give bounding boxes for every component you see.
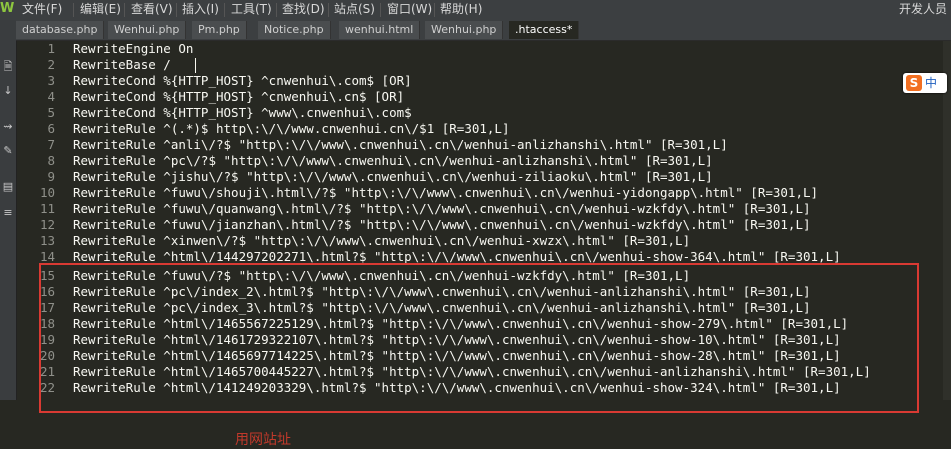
code-line[interactable]: 11 RewriteRule ^fuwu\/quanwang\.html\/?$ …	[17, 201, 951, 217]
code-tool-icon[interactable]: ⇝	[1, 120, 15, 134]
line-text[interactable]: RewriteRule ^fuwu\/jianzhan\.html\/?$ "h…	[73, 217, 811, 233]
ime-mode-label[interactable]: 中	[925, 74, 937, 92]
code-line[interactable]: 8 RewriteRule ^pc\/?$ "http\:\/\/www\.cnw…	[17, 153, 951, 169]
code-line[interactable]: 9 RewriteRule ^jishu\/?$ "http\:\/\/www\.…	[17, 169, 951, 185]
code-line[interactable]: 10 RewriteRule ^fuwu\/shouji\.html\/?$ "h…	[17, 185, 951, 201]
arrow-down-icon[interactable]: ↓	[1, 84, 15, 98]
menu-window[interactable]: 窗口(W)	[385, 0, 434, 20]
tool-panel: 🗎 ↓ ⇝ ✎ ▤ ≡	[0, 20, 17, 400]
menu-insert[interactable]: 插入(I)	[180, 0, 221, 20]
ime-toolbar[interactable]: S 中	[903, 73, 947, 93]
text-cursor	[195, 58, 196, 73]
line-number: 9	[47, 169, 55, 184]
menu-help[interactable]: 帮助(H)	[438, 0, 484, 20]
line-text[interactable]: RewriteRule ^jishu\/?$ "http\:\/\/www\.c…	[73, 169, 713, 185]
line-number: 7	[47, 137, 55, 152]
tab-wenhui-php[interactable]: Wenhui.php	[108, 21, 187, 39]
line-number: 5	[47, 105, 55, 120]
line-text[interactable]: RewriteRule ^fuwu\/shouji\.html\/?$ "htt…	[73, 185, 818, 201]
tab-pm-php[interactable]: Pm.php	[192, 21, 247, 39]
tab-notice-php[interactable]: Notice.php	[258, 21, 331, 39]
code-line[interactable]: 12 RewriteRule ^fuwu\/jianzhan\.html\/?$ …	[17, 217, 951, 233]
code-line[interactable]: 6 RewriteRule ^(.*)$ http\:\/\/www.cnwenh…	[17, 121, 951, 137]
menu-divider	[434, 3, 435, 17]
workspace-label[interactable]: 开发人员	[899, 0, 947, 20]
line-number: 1	[47, 41, 55, 56]
format-icon[interactable]: ▤	[1, 180, 15, 194]
highlight-annotation-box	[39, 263, 919, 413]
line-number: 2	[47, 57, 55, 72]
line-number: 8	[47, 153, 55, 168]
line-text[interactable]: RewriteRule ^fuwu\/quanwang\.html\/?$ "h…	[73, 201, 811, 217]
line-text[interactable]: RewriteBase /	[73, 57, 171, 73]
tab-wenhui-php-2[interactable]: Wenhui.php	[425, 21, 504, 39]
app-logo: W	[0, 1, 15, 16]
line-number: 11	[39, 201, 55, 216]
menu-divider	[124, 3, 125, 17]
menu-file[interactable]: 文件(F)	[20, 0, 64, 20]
line-number: 3	[47, 73, 55, 88]
line-text[interactable]: RewriteCond %{HTTP_HOST} ^www\.cnwenhui\…	[73, 105, 412, 121]
pencil-icon[interactable]: ✎	[1, 144, 15, 158]
line-text[interactable]: RewriteCond %{HTTP_HOST} ^cnwenhui\.com$…	[73, 73, 412, 89]
sogou-logo-icon: S	[906, 75, 922, 91]
line-text[interactable]: RewriteRule ^xinwen\/?$ "http\:\/\/www\.…	[73, 233, 690, 249]
line-number: 6	[47, 121, 55, 136]
menu-divider	[380, 3, 381, 17]
line-text[interactable]: RewriteRule ^anli\/?$ "http\:\/\/www\.cn…	[73, 137, 728, 153]
code-editor[interactable]: 1 RewriteEngine On 2 RewriteBase / 3 Rewrit…	[17, 41, 951, 448]
line-number: 12	[39, 217, 55, 232]
code-line[interactable]: 1 RewriteEngine On	[17, 41, 951, 57]
menu-divider	[73, 3, 74, 17]
menu-find[interactable]: 查找(D)	[280, 0, 327, 20]
tab-database-php[interactable]: database.php	[16, 21, 105, 39]
line-number: 4	[47, 89, 55, 104]
document-tabs: database.php Wenhui.php Pm.php Notice.ph…	[16, 20, 951, 41]
code-line[interactable]: 5 RewriteCond %{HTTP_HOST} ^www\.cnwenhui…	[17, 105, 951, 121]
annotation-note: 用网站址	[235, 432, 291, 448]
settings-icon[interactable]: ≡	[1, 206, 15, 220]
menu-site[interactable]: 站点(S)	[332, 0, 377, 20]
code-line[interactable]: 7 RewriteRule ^anli\/?$ "http\:\/\/www\.c…	[17, 137, 951, 153]
file-icon[interactable]: 🗎	[1, 60, 15, 74]
line-text[interactable]: RewriteRule ^pc\/?$ "http\:\/\/www\.cnwe…	[73, 153, 713, 169]
menu-tools[interactable]: 工具(T)	[229, 0, 274, 20]
menu-bar: W 文件(F) 编辑(E) 查看(V) 插入(I) 工具(T) 查找(D) 站点…	[0, 0, 951, 20]
vertical-scrollbar[interactable]	[943, 41, 951, 400]
line-text[interactable]: RewriteCond %{HTTP_HOST} ^cnwenhui\.cn$ …	[73, 89, 404, 105]
menu-divider	[176, 3, 177, 17]
code-line[interactable]: 2 RewriteBase /	[17, 57, 951, 73]
menu-view[interactable]: 查看(V)	[129, 0, 175, 20]
menu-divider	[276, 3, 277, 17]
line-text[interactable]: RewriteRule ^(.*)$ http\:\/\/www.cnwenhu…	[73, 121, 510, 137]
menu-edit[interactable]: 编辑(E)	[78, 0, 123, 20]
line-number: 10	[39, 185, 55, 200]
code-line[interactable]: 4 RewriteCond %{HTTP_HOST} ^cnwenhui\.cn$…	[17, 89, 951, 105]
tab-htaccess[interactable]: .htaccess*	[509, 21, 580, 39]
code-line[interactable]: 13 RewriteRule ^xinwen\/?$ "http\:\/\/www…	[17, 233, 951, 249]
tab-wenhui-html[interactable]: wenhui.html	[339, 21, 421, 39]
line-number: 13	[39, 233, 55, 248]
code-line[interactable]: 3 RewriteCond %{HTTP_HOST} ^cnwenhui\.com…	[17, 73, 951, 89]
menu-divider	[328, 3, 329, 17]
menu-divider	[224, 3, 225, 17]
line-text[interactable]: RewriteEngine On	[73, 41, 193, 57]
